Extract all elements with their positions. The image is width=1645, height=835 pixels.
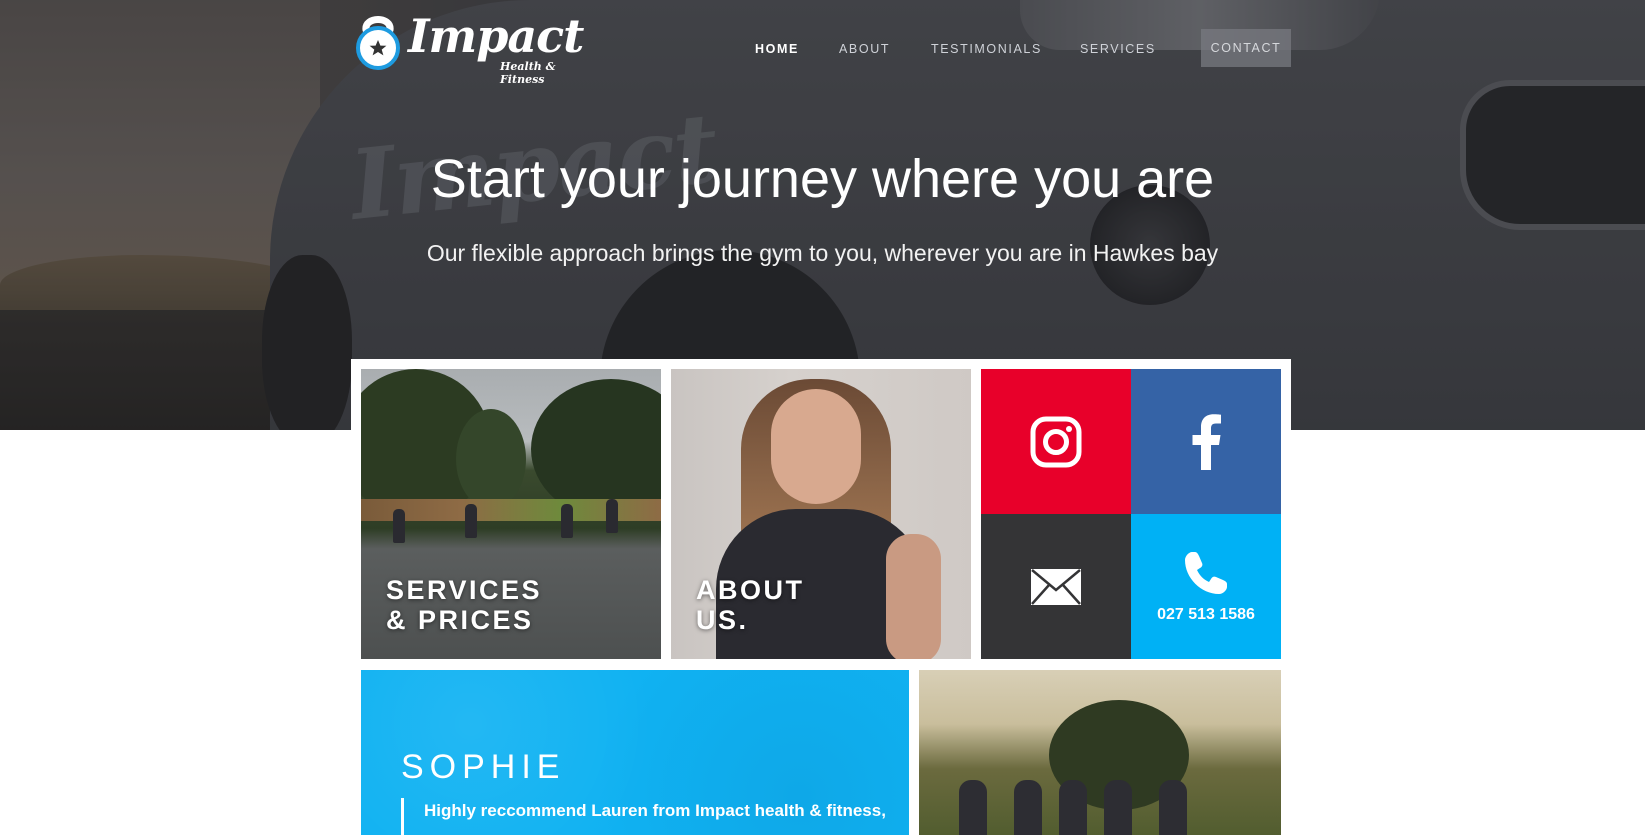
site-logo[interactable]: Impact Health & Fitness: [350, 8, 602, 86]
phone-icon: [1185, 551, 1227, 594]
facebook-icon: [1192, 413, 1221, 470]
about-tile[interactable]: ABOUT US.: [671, 369, 971, 659]
photo-person: [1159, 780, 1187, 835]
logo-tagline: Health & Fitness: [500, 60, 556, 86]
group-photo-tile: [919, 670, 1281, 835]
instagram-icon: [1030, 416, 1082, 467]
photo-tree: [531, 379, 661, 519]
photo-person: [606, 499, 618, 533]
photo-person: [561, 504, 573, 538]
testimonial-quote: Highly reccommend Lauren from Impact hea…: [401, 798, 891, 835]
email-tile[interactable]: [981, 514, 1131, 659]
photo-person: [1014, 780, 1042, 835]
photo-tree: [456, 409, 526, 509]
photo-person: [465, 504, 477, 538]
logo-wordmark: Impact: [408, 9, 584, 63]
phone-number[interactable]: 027 513 1586: [1157, 606, 1255, 624]
photo-person: [1104, 780, 1132, 835]
tile-panel: SERVICES & PRICES ABOUT US. 027 513 1586…: [351, 359, 1291, 835]
about-caption-line-1: ABOUT: [696, 575, 805, 605]
testimonial-card: SOPHIE Highly reccommend Lauren from Imp…: [361, 670, 909, 835]
mail-icon: [1031, 568, 1081, 605]
nav-testimonials[interactable]: TESTIMONIALS: [931, 42, 1042, 58]
contact-button[interactable]: CONTACT: [1201, 29, 1291, 67]
nav-about[interactable]: ABOUT: [839, 42, 890, 58]
photo-person: [959, 780, 987, 835]
services-caption-line-2: & PRICES: [386, 605, 534, 635]
photo-face: [771, 389, 861, 504]
hero-subhead: Our flexible approach brings the gym to …: [426, 240, 1219, 266]
services-caption: SERVICES & PRICES: [386, 575, 542, 635]
kettlebell-logo-icon: [356, 16, 400, 70]
services-tile[interactable]: SERVICES & PRICES: [361, 369, 661, 659]
about-caption-line-2: US.: [696, 605, 749, 635]
about-caption: ABOUT US.: [696, 575, 805, 635]
services-caption-line-1: SERVICES: [386, 575, 543, 605]
instagram-tile[interactable]: [981, 369, 1131, 514]
testimonial-name: SOPHIE: [401, 748, 566, 786]
phone-tile[interactable]: 027 513 1586: [1131, 514, 1281, 659]
photo-arm: [886, 534, 941, 659]
nav-home[interactable]: HOME: [755, 42, 799, 58]
nav-services[interactable]: SERVICES: [1080, 42, 1156, 58]
photo-person: [393, 509, 405, 543]
photo-person: [1059, 780, 1087, 835]
hero-headline: Start your journey where you are: [430, 149, 1215, 209]
facebook-tile[interactable]: [1131, 369, 1281, 514]
